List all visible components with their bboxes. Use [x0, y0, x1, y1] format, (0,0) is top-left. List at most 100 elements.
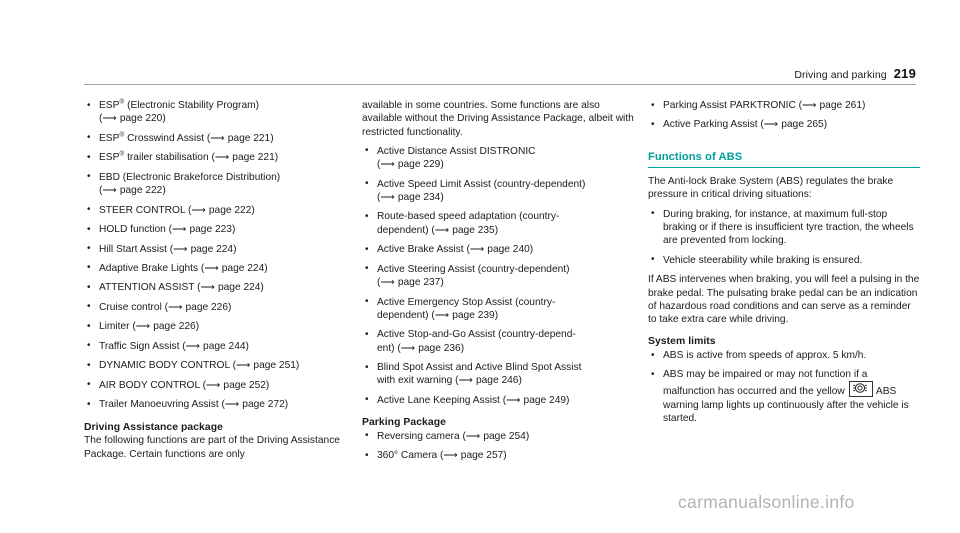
list-item-label: ESP® Crosswind Assist (⟶ page 221)	[99, 131, 274, 144]
registered-trademark-symbol: ®	[119, 98, 125, 106]
list-item: Hill Start Assist (⟶ page 224)	[84, 242, 356, 256]
list-item-label: ESP® (Electronic Stability Program)	[99, 98, 259, 111]
registered-trademark-symbol: ®	[119, 150, 125, 158]
list-item: DYNAMIC BODY CONTROL (⟶ page 251)	[84, 359, 356, 373]
list-item-label: Route-based speed adaptation (country-	[377, 211, 560, 223]
page-reference: with exit warning (⟶ page 246)	[377, 375, 522, 387]
list-item: Adaptive Brake Lights (⟶ page 224)	[84, 261, 356, 275]
list-item: Reversing camera (⟶ page 254)	[362, 429, 640, 443]
list-item-label: ATTENTION ASSIST (⟶ page 224)	[99, 282, 264, 294]
system-limits-heading: System limits	[648, 336, 716, 348]
page-header: Driving and parking 219	[84, 66, 916, 88]
list-item: ABS is active from speeds of approx. 5 k…	[648, 349, 920, 363]
list-item-label: AIR BODY CONTROL (⟶ page 252)	[99, 379, 270, 391]
column-three: Parking Assist PARKTRONIC (⟶ page 261) Ac…	[648, 98, 920, 469]
abs-body-text: If ABS intervenes when braking, you will…	[648, 274, 920, 326]
list-item-label: Active Speed Limit Assist (country-depen…	[377, 178, 586, 190]
list-item: HOLD function (⟶ page 223)	[84, 223, 356, 237]
parking-package-heading: Parking Package	[362, 417, 446, 429]
list-item: ESP® Crosswind Assist (⟶ page 221)	[84, 131, 356, 145]
page-reference: (⟶ page 229)	[377, 159, 444, 171]
list-item: ABS may be impaired or may not function …	[648, 368, 920, 425]
list-item-label: Active Emergency Stop Assist (country-	[377, 296, 556, 308]
manual-page: Driving and parking 219 ESP® (Electronic…	[0, 0, 960, 533]
column-two: available in some countries. Some functi…	[362, 99, 640, 469]
list-item: AIR BODY CONTROL (⟶ page 252)	[84, 378, 356, 392]
registered-trademark-symbol: ®	[119, 131, 125, 139]
list-item-label: Active Brake Assist (⟶ page 240)	[377, 244, 534, 256]
abs-intro-text: The Anti-lock Brake System (ABS) regulat…	[648, 176, 894, 201]
list-item: Active Lane Keeping Assist (⟶ page 249)	[362, 393, 640, 407]
list-item-label: HOLD function (⟶ page 223)	[99, 224, 236, 236]
list-item: Active Steering Assist (country-dependen…	[362, 262, 640, 290]
abs-warning-lamp-icon	[848, 381, 873, 398]
list-item: Trailer Manoeuvring Assist (⟶ page 272)	[84, 398, 356, 412]
list-item-label: Parking Assist PARKTRONIC (⟶ page 261)	[663, 100, 866, 111]
list-item: Vehicle steerability while braking is en…	[648, 253, 920, 267]
header-section-title: Driving and parking	[794, 69, 887, 81]
parking-package-list: Reversing camera (⟶ page 254) 360° Camera…	[362, 429, 640, 463]
list-item: ESP® trailer stabilisation (⟶ page 221)	[84, 150, 356, 165]
site-watermark: carmanualsonline.info	[678, 492, 855, 512]
column-one: ESP® (Electronic Stability Program) (⟶ pa…	[84, 99, 356, 469]
list-item: EBD (Electronic Brakeforce Distribution)…	[84, 170, 356, 198]
page-columns: ESP® (Electronic Stability Program) (⟶ pa…	[84, 98, 920, 469]
list-item-label: Active Parking Assist (⟶ page 265)	[663, 119, 828, 131]
parking-package-list-continued: Parking Assist PARKTRONIC (⟶ page 261) Ac…	[648, 98, 920, 132]
system-limit-text-part-one: ABS may be impaired or may not function …	[663, 369, 868, 398]
driving-assistance-package-text-continued: available in some countries. Some functi…	[362, 100, 634, 138]
list-item-label: ESP® trailer stabilisation (⟶ page 221)	[99, 150, 279, 164]
list-item: During braking, for instance, at maximum…	[648, 207, 920, 248]
page-reference: (⟶ page 237)	[377, 277, 444, 289]
list-item: Route-based speed adaptation (country-de…	[362, 210, 640, 237]
page-reference: (⟶ page 234)	[377, 191, 444, 203]
list-item: 360° Camera (⟶ page 257)	[362, 449, 640, 463]
list-item-label: During braking, for instance, at maximum…	[663, 208, 914, 247]
system-limit-text: ABS is active from speeds of approx. 5 k…	[663, 350, 867, 362]
list-item: STEER CONTROL (⟶ page 222)	[84, 203, 356, 217]
list-item-label: Active Lane Keeping Assist (⟶ page 249)	[377, 394, 570, 406]
list-item: Parking Assist PARKTRONIC (⟶ page 261)	[648, 98, 920, 112]
list-item-label: Cruise control (⟶ page 226)	[99, 301, 232, 313]
list-item: Active Speed Limit Assist (country-depen…	[362, 177, 640, 205]
page-reference: dependent) (⟶ page 239)	[377, 309, 499, 321]
list-item-label: Active Distance Assist DISTRONIC	[377, 145, 536, 157]
list-item: Active Emergency Stop Assist (country-de…	[362, 295, 640, 323]
system-limits-list: ABS is active from speeds of approx. 5 k…	[648, 349, 920, 425]
driving-assistance-functions-list: Active Distance Assist DISTRONIC (⟶ page …	[362, 144, 640, 407]
header-page-number: 219	[893, 66, 916, 81]
driving-systems-list: ESP® (Electronic Stability Program) (⟶ pa…	[84, 99, 356, 412]
list-item-label: Limiter (⟶ page 226)	[99, 321, 200, 333]
list-item-label: EBD (Electronic Brakeforce Distribution)	[99, 171, 281, 183]
list-item-label: Blind Spot Assist and Active Blind Spot …	[377, 362, 582, 374]
page-reference: (⟶ page 222)	[99, 185, 166, 197]
list-item: Blind Spot Assist and Active Blind Spot …	[362, 361, 640, 388]
list-item: Active Stop-and-Go Assist (country-depen…	[362, 328, 640, 355]
page-reference: (⟶ page 220)	[99, 113, 166, 125]
page-reference: dependent) (⟶ page 235)	[377, 224, 499, 236]
list-item: Active Brake Assist (⟶ page 240)	[362, 243, 640, 257]
list-item: Active Parking Assist (⟶ page 265)	[648, 118, 920, 132]
list-item: ESP® (Electronic Stability Program) (⟶ pa…	[84, 99, 356, 126]
driving-assistance-package-heading: Driving Assistance package	[84, 421, 223, 433]
list-item-label: Vehicle steerability while braking is en…	[663, 254, 863, 266]
list-item: ATTENTION ASSIST (⟶ page 224)	[84, 281, 356, 295]
header-divider	[84, 84, 916, 85]
list-item-label: Traffic Sign Assist (⟶ page 244)	[99, 340, 249, 352]
list-item-label: 360° Camera (⟶ page 257)	[377, 450, 507, 462]
functions-of-abs-heading: Functions of ABS	[648, 151, 920, 169]
list-item-label: STEER CONTROL (⟶ page 222)	[99, 204, 255, 216]
list-item-label: Adaptive Brake Lights (⟶ page 224)	[99, 262, 268, 274]
list-item: Cruise control (⟶ page 226)	[84, 300, 356, 314]
list-item-label: Trailer Manoeuvring Assist (⟶ page 272)	[99, 399, 289, 411]
list-item-label: Active Steering Assist (country-dependen…	[377, 263, 570, 275]
list-item: Limiter (⟶ page 226)	[84, 320, 356, 334]
driving-assistance-package-text: The following functions are part of the …	[84, 435, 340, 460]
list-item: Traffic Sign Assist (⟶ page 244)	[84, 339, 356, 353]
list-item-label: Active Stop-and-Go Assist (country-depen…	[377, 329, 576, 341]
list-item-label: Hill Start Assist (⟶ page 224)	[99, 243, 237, 255]
list-item-label: Reversing camera (⟶ page 254)	[377, 430, 530, 442]
abs-functions-list: During braking, for instance, at maximum…	[648, 207, 920, 267]
list-item-label: DYNAMIC BODY CONTROL (⟶ page 251)	[99, 360, 300, 372]
page-reference: ent) (⟶ page 236)	[377, 342, 465, 354]
